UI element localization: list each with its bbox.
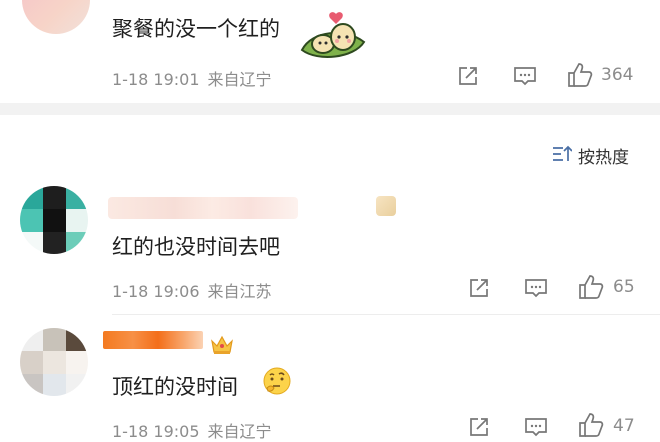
- share-icon[interactable]: [457, 65, 479, 87]
- comment-icon[interactable]: [524, 277, 548, 299]
- section-divider: [0, 103, 660, 115]
- like-icon[interactable]: [578, 274, 604, 300]
- like-icon[interactable]: [578, 412, 604, 438]
- like-count: 65: [613, 277, 635, 297]
- avatar[interactable]: [22, 0, 90, 34]
- comment-location: 来自辽宁: [207, 422, 272, 441]
- thinking-face-icon: [263, 367, 291, 395]
- sort-label[interactable]: 按热度: [578, 143, 629, 168]
- sort-icon: [553, 145, 572, 161]
- share-icon[interactable]: [468, 277, 490, 299]
- avatar[interactable]: [20, 328, 88, 396]
- like-count: 47: [613, 416, 635, 436]
- comment-text: 顶红的没时间: [112, 375, 238, 399]
- level-badge: [376, 196, 396, 216]
- comment-time: 1-18 19:06: [112, 282, 200, 301]
- crown-icon: [211, 335, 233, 354]
- comment-time: 1-18 19:05: [112, 422, 200, 441]
- username[interactable]: [103, 331, 203, 349]
- comment-divider: [112, 314, 660, 315]
- avatar[interactable]: [20, 186, 88, 254]
- username[interactable]: [108, 197, 298, 219]
- comment-meta: 1-18 19:05 来自辽宁: [112, 418, 272, 442]
- comment-time: 1-18 19:01: [112, 70, 200, 89]
- sticker-icon: [300, 12, 366, 58]
- comment-text: 聚餐的没一个红的: [112, 17, 280, 41]
- comment-location: 来自辽宁: [207, 70, 272, 89]
- like-icon[interactable]: [567, 62, 593, 88]
- comment-meta: 1-18 19:06 来自江苏: [112, 278, 272, 302]
- comment-text: 红的也没时间去吧: [112, 235, 280, 259]
- comment-icon[interactable]: [513, 65, 537, 87]
- like-count: 364: [601, 65, 634, 85]
- comment-meta: 1-18 19:01 来自辽宁: [112, 66, 272, 90]
- comment-location: 来自江苏: [207, 282, 272, 301]
